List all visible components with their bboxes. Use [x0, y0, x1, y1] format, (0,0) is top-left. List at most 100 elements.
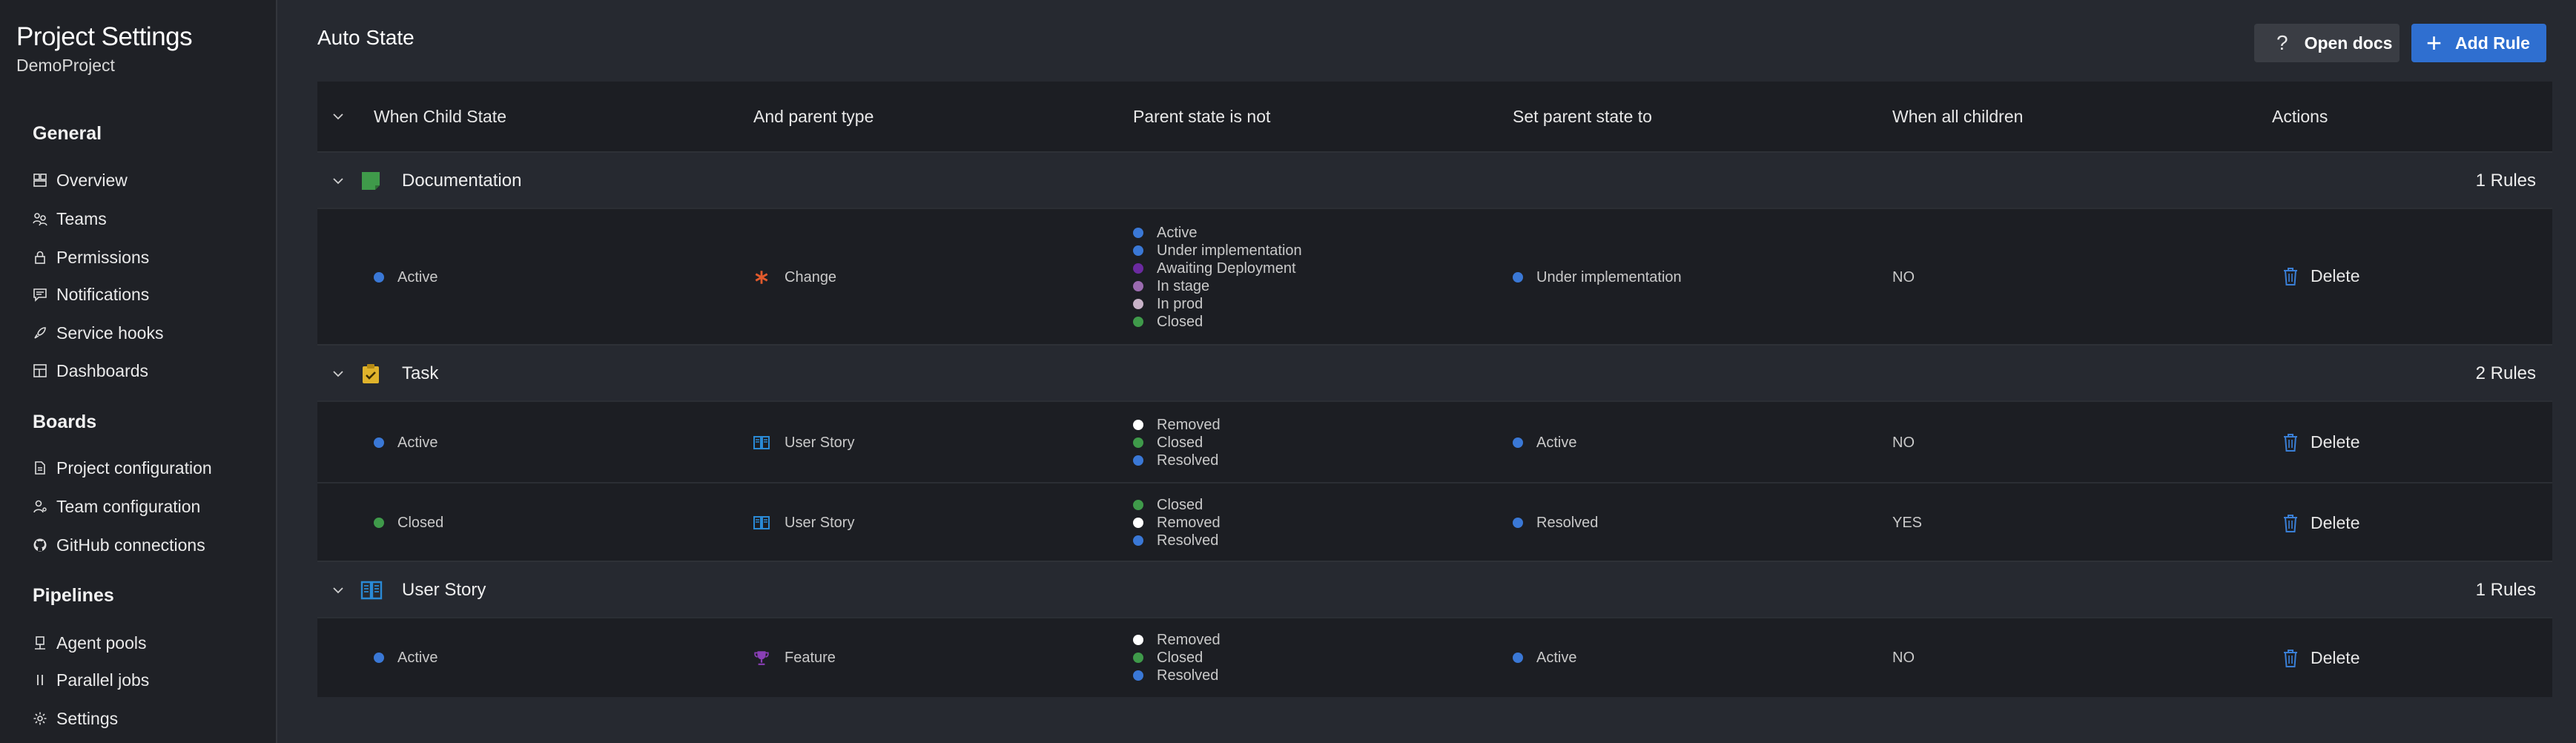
- state-item: Active: [1133, 224, 1302, 242]
- sidebar-item-label: GitHub connections: [56, 535, 205, 555]
- table-row: Active User Story Removed Closed Resolve…: [317, 400, 2552, 483]
- sidebar-item-project-configuration[interactable]: Project configuration: [33, 453, 212, 483]
- state-item: Resolved: [1133, 452, 1221, 469]
- set-parent-state: Under implementation: [1513, 209, 1682, 346]
- sidebar-item-overview[interactable]: Overview: [33, 165, 128, 195]
- parent-state-not-list: Closed Removed Resolved: [1133, 496, 1221, 549]
- group-rule-count: 2 Rules: [2475, 363, 2536, 383]
- trash-icon: [2284, 649, 2297, 667]
- chevron-down-icon[interactable]: [331, 583, 346, 598]
- state-item: Awaiting Deployment: [1133, 260, 1302, 277]
- overview-icon: [33, 173, 56, 188]
- child-state-label: Active: [397, 649, 438, 666]
- delete-label: Delete: [2311, 648, 2360, 667]
- book-icon: [753, 515, 770, 531]
- set-state-label: Resolved: [1536, 514, 1599, 531]
- sidebar-item-github-connections[interactable]: GitHub connections: [33, 530, 205, 560]
- documentation-icon: [360, 171, 381, 191]
- plus-icon: +: [2426, 27, 2443, 58]
- delete-label: Delete: [2311, 432, 2360, 452]
- table-row: Closed User Story Closed Removed Resolve…: [317, 482, 2552, 562]
- set-parent-state: Active: [1513, 618, 1576, 697]
- set-parent-state: Active: [1513, 402, 1576, 483]
- group-rule-count: 1 Rules: [2475, 171, 2536, 191]
- sidebar-item-agent-pools[interactable]: Agent pools: [33, 628, 146, 658]
- sidebar-item-teams[interactable]: Teams: [33, 204, 107, 234]
- delete-button[interactable]: Delete: [2282, 432, 2359, 452]
- group-row-documentation[interactable]: Documentation 1 Rules: [317, 151, 2552, 209]
- state-item: Removed: [1133, 514, 1221, 532]
- parent-type-label: Change: [785, 268, 837, 285]
- child-state: Active: [374, 402, 437, 483]
- sidebar-item-parallel-jobs[interactable]: Parallel jobs: [33, 665, 149, 695]
- when-all-children: YES: [1892, 514, 1923, 531]
- state-item: Resolved: [1133, 667, 1221, 684]
- group-row-task[interactable]: Task 2 Rules: [317, 344, 2552, 402]
- state-item: Closed: [1133, 313, 1302, 331]
- sidebar-item-label: Project configuration: [56, 458, 212, 478]
- delete-button[interactable]: Delete: [2282, 648, 2359, 668]
- page-title: Auto State: [317, 26, 415, 49]
- lock-icon: [33, 250, 56, 265]
- section-boards: Boards: [33, 412, 97, 432]
- child-state-label: Active: [397, 434, 438, 451]
- group-row-user-story[interactable]: User Story 1 Rules: [317, 561, 2552, 618]
- sidebar-item-label: Parallel jobs: [56, 670, 150, 690]
- set-parent-state: Resolved: [1513, 483, 1598, 562]
- task-icon: [360, 363, 381, 384]
- parallel-icon: [33, 673, 56, 687]
- delete-button[interactable]: Delete: [2282, 513, 2359, 533]
- header-parent-type: And parent type: [753, 106, 874, 126]
- sidebar-item-dashboards[interactable]: Dashboards: [33, 356, 148, 386]
- sidebar-item-notifications[interactable]: Notifications: [33, 280, 149, 309]
- chevron-down-icon[interactable]: [331, 174, 346, 188]
- team-config-icon: [33, 499, 56, 514]
- open-docs-label: Open docs: [2304, 33, 2393, 53]
- state-dot: [374, 272, 384, 283]
- main-content: Auto State ? Open docs + Add Rule When C…: [277, 0, 2576, 743]
- header-parent-state-not: Parent state is not: [1133, 106, 1271, 126]
- trophy-icon: [753, 650, 770, 666]
- child-state: Active: [374, 618, 437, 697]
- sidebar-item-service-hooks[interactable]: Service hooks: [33, 318, 163, 348]
- github-icon: [33, 538, 56, 552]
- sidebar-item-team-configuration[interactable]: Team configuration: [33, 492, 200, 521]
- header-when-all-children: When all children: [1892, 106, 2024, 126]
- project-name: DemoProject: [16, 56, 115, 75]
- teams-icon: [33, 211, 56, 226]
- parent-state-not-list: Removed Closed Resolved: [1133, 416, 1221, 469]
- sidebar-item-settings[interactable]: Settings: [33, 704, 118, 733]
- group-name: Documentation: [402, 171, 522, 191]
- chevron-down-icon[interactable]: [331, 366, 346, 381]
- collapse-all-chevron-icon[interactable]: [331, 109, 346, 124]
- parent-type-label: Feature: [785, 649, 836, 666]
- book-icon: [360, 580, 383, 601]
- sidebar-item-label: Settings: [56, 708, 119, 728]
- trash-icon: [2284, 514, 2297, 532]
- table-header: When Child State And parent type Parent …: [317, 82, 2552, 151]
- state-item: Under implementation: [1133, 242, 1302, 260]
- trash-icon: [2284, 267, 2297, 285]
- table-row: Active Change Active Under implementatio…: [317, 208, 2552, 346]
- section-general: General: [33, 123, 102, 144]
- sidebar-item-label: Service hooks: [56, 323, 164, 343]
- trash-icon: [2284, 433, 2297, 452]
- sidebar-item-label: Permissions: [56, 247, 150, 267]
- open-docs-button[interactable]: ? Open docs: [2254, 24, 2400, 62]
- child-state: Active: [374, 209, 437, 346]
- state-item: Closed: [1133, 496, 1221, 514]
- chat-icon: [33, 287, 56, 302]
- set-state-label: Active: [1536, 434, 1577, 451]
- state-item: In stage: [1133, 277, 1302, 295]
- add-rule-button[interactable]: + Add Rule: [2411, 24, 2546, 62]
- header-set-parent-state: Set parent state to: [1513, 106, 1652, 126]
- sidebar-item-permissions[interactable]: Permissions: [33, 242, 149, 272]
- when-all-children: NO: [1892, 649, 1915, 666]
- group-rule-count: 1 Rules: [2475, 580, 2536, 600]
- sidebar-item-label: Teams: [56, 208, 107, 228]
- state-item: Removed: [1133, 631, 1221, 649]
- delete-label: Delete: [2311, 513, 2360, 532]
- gear-icon: [33, 711, 56, 726]
- delete-button[interactable]: Delete: [2282, 266, 2359, 286]
- parent-type: Change: [753, 209, 836, 346]
